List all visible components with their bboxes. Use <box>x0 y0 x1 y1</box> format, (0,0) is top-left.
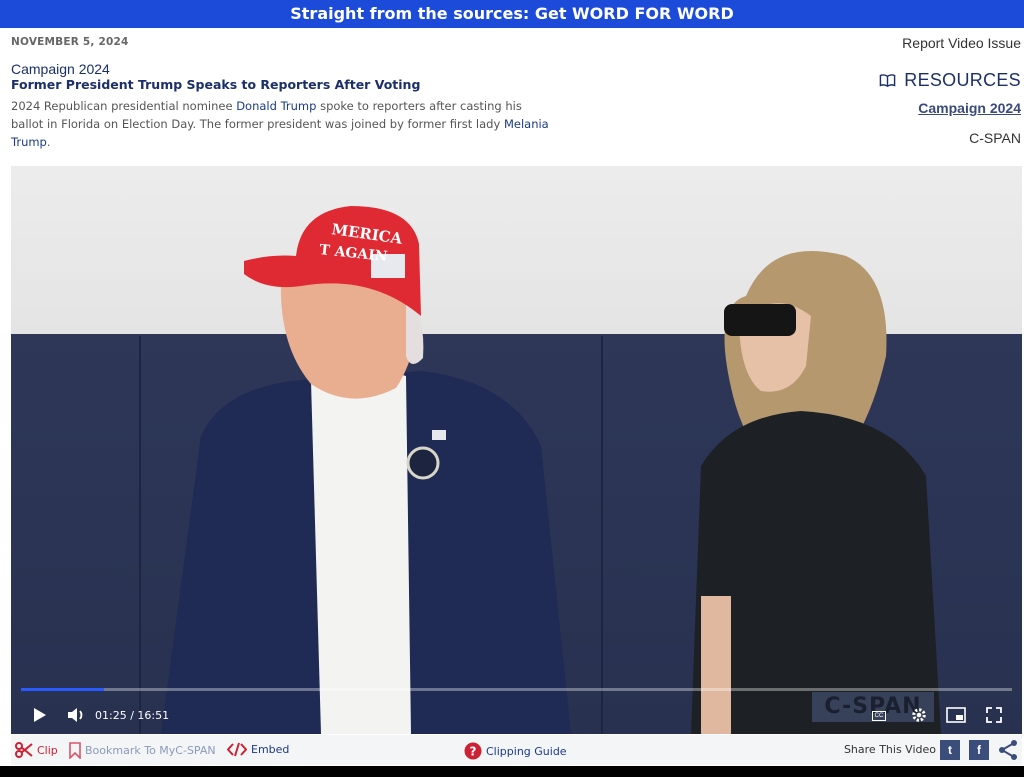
resources-campaign-link[interactable]: Campaign 2024 <box>918 100 1021 116</box>
time-readout: 01:25 / 16:51 <box>95 709 169 722</box>
embed-label: Embed <box>251 743 290 756</box>
publish-date: NOVEMBER 5, 2024 <box>11 36 129 48</box>
page-bottom-edge <box>0 766 1024 777</box>
resources-heading: RESOURCES <box>879 70 1021 91</box>
code-icon <box>227 742 247 757</box>
category-link[interactable]: Campaign 2024 <box>11 61 110 77</box>
volume-icon[interactable] <box>67 704 85 726</box>
picture-in-picture-icon[interactable] <box>946 704 966 726</box>
time-separator: / <box>130 709 134 722</box>
clipping-guide-label: Clipping Guide <box>486 744 567 758</box>
bookmark-icon <box>69 742 81 759</box>
bookmark-button[interactable]: Bookmark To MyC-SPAN <box>69 742 216 759</box>
share-label: Share This Video <box>843 743 936 756</box>
duration: 16:51 <box>137 709 170 722</box>
video-description: 2024 Republican presidential nominee Don… <box>11 97 556 151</box>
video-frame-people: MERICA T AGAIN <box>161 206 941 734</box>
settings-gear-icon[interactable] <box>910 704 928 726</box>
resources-source: C-SPAN <box>969 130 1021 146</box>
clip-button[interactable]: Clip <box>15 742 58 758</box>
resources-label: RESOURCES <box>904 70 1021 90</box>
clip-label: Clip <box>37 743 58 757</box>
scissors-icon <box>15 742 33 758</box>
closed-captions-button[interactable]: CC <box>872 711 886 721</box>
video-player[interactable]: MERICA T AGAIN 01:25 / 16:51 C-SPAN CC <box>11 166 1022 734</box>
promo-banner[interactable]: Straight from the sources: Get WORD FOR … <box>0 0 1024 28</box>
desc-text-3: . <box>46 135 51 149</box>
report-video-issue-link[interactable]: Report Video Issue <box>902 35 1021 51</box>
video-title: Former President Trump Speaks to Reporte… <box>11 77 421 92</box>
book-icon <box>879 74 896 87</box>
embed-button[interactable]: Embed <box>227 742 289 757</box>
video-toolbar: Clip Bookmark To MyC-SPAN Embed ? Clippi… <box>11 735 1022 765</box>
current-time: 01:25 <box>95 709 127 722</box>
clipping-guide-link[interactable]: ? Clipping Guide <box>464 742 567 760</box>
bookmark-label: Bookmark To MyC-SPAN <box>85 744 216 757</box>
svg-text:?: ? <box>470 745 477 759</box>
fullscreen-icon[interactable] <box>986 704 1002 726</box>
facebook-share-button[interactable]: f <box>969 740 989 760</box>
help-icon: ? <box>464 742 482 760</box>
donald-trump-link[interactable]: Donald Trump <box>236 99 316 113</box>
play-icon[interactable] <box>33 704 47 726</box>
twitter-share-button[interactable]: t <box>940 740 960 760</box>
share-icon[interactable] <box>997 739 1019 766</box>
video-progress-bar[interactable] <box>21 688 1012 691</box>
video-progress-fill <box>21 688 105 691</box>
desc-text-1: 2024 Republican presidential nominee <box>11 99 237 113</box>
